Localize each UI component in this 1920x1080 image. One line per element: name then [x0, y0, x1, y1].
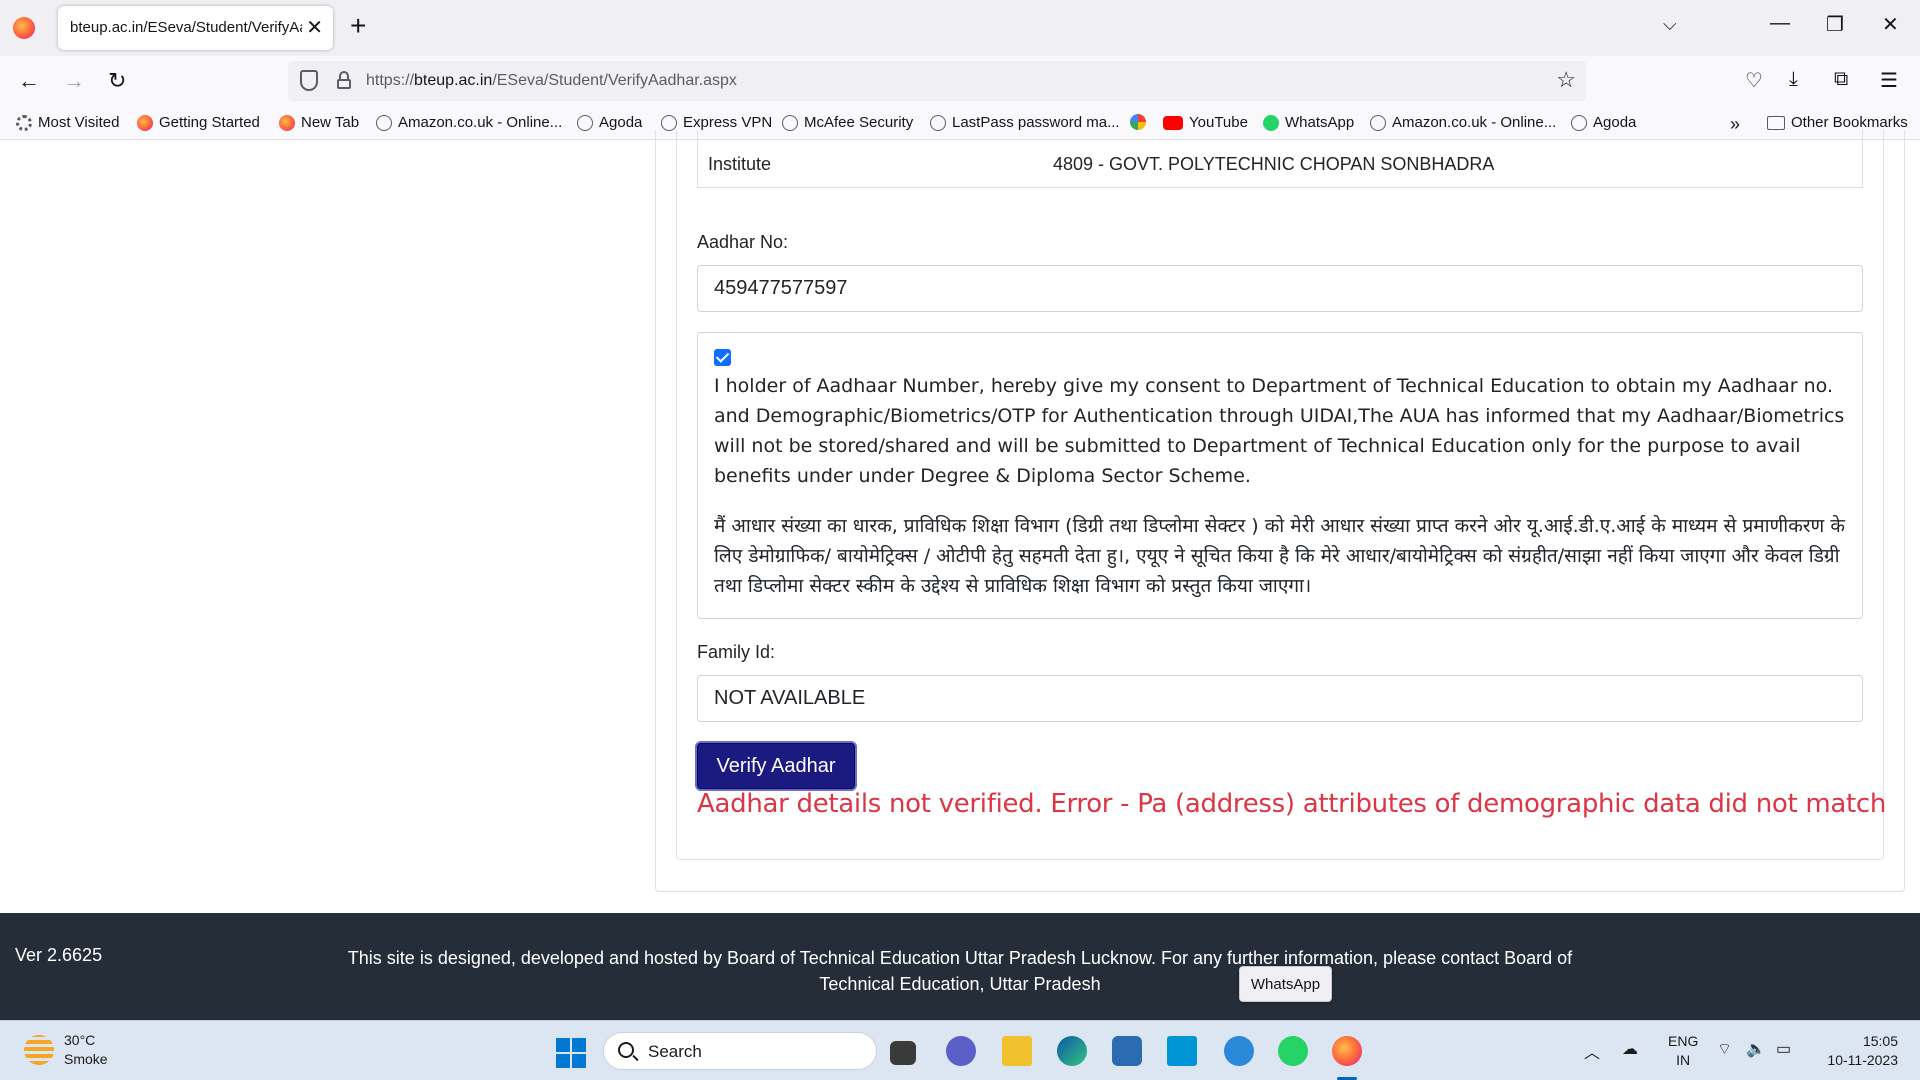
battery-icon[interactable]: ▭	[1776, 1039, 1791, 1059]
institute-label: Institute	[708, 154, 772, 174]
family-id-input[interactable]	[697, 675, 1863, 722]
browser-tab[interactable]: bteup.ac.in/ESeva/Student/VerifyAa ✕	[58, 6, 333, 50]
clock-time: 15:05	[1862, 1033, 1898, 1049]
windows-taskbar: 30°C Smoke Search ︿ ☁ ENG IN ⌔ 🔈 ▭ 15:05…	[0, 1020, 1920, 1080]
firefox-icon[interactable]	[13, 17, 35, 39]
firefox-icon	[279, 114, 295, 131]
institute-row: Institute 4809 - GOVT. POLYTECHNIC CHOPA…	[697, 130, 1863, 188]
url-bar[interactable]: https://bteup.ac.in/ESeva/Student/Verify…	[288, 61, 1586, 101]
clock-date: 10-11-2023	[1827, 1052, 1898, 1068]
globe-icon	[782, 114, 798, 131]
family-id-label: Family Id:	[697, 642, 776, 662]
globe-icon	[1571, 114, 1587, 131]
window-close-button[interactable]: ✕	[1882, 12, 1899, 37]
bookmark-lastpass[interactable]: LastPass password ma...	[930, 114, 1120, 131]
globe-icon	[577, 114, 593, 131]
pocket-icon[interactable]: ♡	[1745, 68, 1763, 93]
bookmark-amazon[interactable]: Amazon.co.uk - Online...	[376, 114, 562, 131]
wifi-icon[interactable]: ⌔	[1717, 1039, 1732, 1059]
bookmark-amazon-2[interactable]: Amazon.co.uk - Online...	[1370, 114, 1556, 131]
tab-title: bteup.ac.in/ESeva/Student/VerifyAa	[70, 19, 302, 36]
youtube-icon	[1163, 115, 1183, 130]
version-text: Ver 2.6625	[15, 945, 103, 965]
consent-checkbox[interactable]	[714, 349, 731, 366]
aadhar-label: Aadhar No:	[697, 232, 789, 252]
help-icon[interactable]	[1224, 1036, 1254, 1066]
bookmark-most-visited[interactable]: Most Visited	[16, 114, 119, 131]
reload-button[interactable]: ↻	[108, 68, 126, 94]
whatsapp-icon	[1263, 114, 1279, 131]
volume-icon[interactable]: 🔈	[1746, 1039, 1766, 1059]
store-icon[interactable]	[1112, 1036, 1142, 1066]
lock-icon[interactable]	[337, 71, 351, 89]
bookmark-agoda[interactable]: Agoda	[577, 114, 642, 131]
lang-code: ENG	[1668, 1033, 1699, 1049]
folder-icon	[1767, 115, 1785, 130]
aadhar-input[interactable]	[697, 265, 1863, 312]
bookmark-mcafee[interactable]: McAfee Security	[782, 114, 913, 131]
clock[interactable]: 15:05 10-11-2023	[1818, 1032, 1898, 1070]
tab-bar: bteup.ac.in/ESeva/Student/VerifyAa ✕ + ⌵…	[0, 0, 1920, 56]
consent-text-hindi: मैं आधार संख्या का धारक, प्राविधिक शिक्ष…	[714, 515, 1845, 597]
bookmark-getting-started[interactable]: Getting Started	[137, 114, 260, 131]
verify-aadhar-button[interactable]: Verify Aadhar	[697, 743, 855, 789]
error-message: Aadhar details not verified. Error - Pa …	[697, 789, 1887, 819]
search-label: Search	[648, 1042, 702, 1061]
language-indicator[interactable]: ENG IN	[1668, 1032, 1698, 1070]
whatsapp-tooltip: WhatsApp	[1239, 966, 1332, 1002]
globe-icon	[1370, 114, 1386, 131]
bookmark-star-icon[interactable]: ☆	[1556, 67, 1576, 93]
file-explorer-icon[interactable]	[1002, 1036, 1032, 1066]
restore-button[interactable]: ❐	[1826, 12, 1844, 37]
start-button[interactable]	[556, 1038, 586, 1068]
institute-value: 4809 - GOVT. POLYTECHNIC CHOPAN SONBHADR…	[1053, 154, 1495, 174]
footer-text: This site is designed, developed and hos…	[347, 948, 1573, 994]
bookmark-agoda-2[interactable]: Agoda	[1571, 114, 1636, 131]
hp-icon[interactable]	[1167, 1036, 1197, 1066]
weather-temperature[interactable]: 30°C	[64, 1032, 95, 1048]
region-code: IN	[1676, 1052, 1691, 1068]
search-icon	[618, 1042, 634, 1058]
new-tab-button[interactable]: +	[350, 10, 366, 42]
chevron-up-icon[interactable]: ︿	[1584, 1039, 1600, 1063]
extensions-icon[interactable]: ⧉	[1834, 68, 1848, 91]
close-tab-icon[interactable]: ✕	[306, 15, 323, 40]
globe-icon	[376, 114, 392, 131]
site-footer: Ver 2.6625 This site is designed, develo…	[0, 913, 1920, 1020]
gear-icon	[16, 114, 32, 131]
globe-icon	[930, 114, 946, 131]
taskbar-search[interactable]: Search	[603, 1032, 877, 1070]
firefox-icon	[137, 114, 153, 131]
task-view-icon[interactable]	[890, 1041, 916, 1065]
teams-icon[interactable]	[946, 1036, 976, 1066]
bookmark-google[interactable]	[1130, 114, 1152, 130]
shield-icon[interactable]	[300, 70, 318, 91]
url-text[interactable]: https://bteup.ac.in/ESeva/Student/Verify…	[366, 72, 737, 90]
google-icon	[1130, 114, 1146, 130]
bookmark-express-vpn[interactable]: Express VPN	[661, 114, 772, 131]
consent-text-english: I holder of Aadhaar Number, hereby give …	[714, 375, 1845, 487]
firefox-icon[interactable]	[1332, 1036, 1362, 1066]
forward-button[interactable]: →	[63, 68, 85, 94]
back-button[interactable]: ←	[18, 68, 40, 94]
page-content: Institute 4809 - GOVT. POLYTECHNIC CHOPA…	[0, 130, 1920, 913]
bookmark-whatsapp[interactable]: WhatsApp	[1263, 114, 1354, 131]
weather-description[interactable]: Smoke	[64, 1051, 108, 1067]
chevron-down-icon[interactable]: ⌵	[1663, 14, 1677, 35]
weather-icon[interactable]	[24, 1035, 54, 1065]
downloads-icon[interactable]: ⤓	[1789, 68, 1798, 91]
edge-icon[interactable]	[1057, 1036, 1087, 1066]
whatsapp-icon[interactable]	[1278, 1036, 1308, 1066]
globe-icon	[661, 114, 677, 131]
bookmark-youtube[interactable]: YouTube	[1163, 114, 1248, 131]
consent-box: I holder of Aadhaar Number, hereby give …	[697, 332, 1863, 619]
onedrive-icon[interactable]: ☁	[1622, 1039, 1638, 1059]
menu-icon[interactable]: ☰	[1880, 68, 1898, 93]
nav-bar: ← → ↻ https://bteup.ac.in/ESeva/Student/…	[0, 56, 1920, 106]
minimize-button[interactable]: —	[1770, 12, 1790, 35]
bookmark-new-tab[interactable]: New Tab	[279, 114, 359, 131]
bookmark-other[interactable]: Other Bookmarks	[1767, 114, 1908, 131]
